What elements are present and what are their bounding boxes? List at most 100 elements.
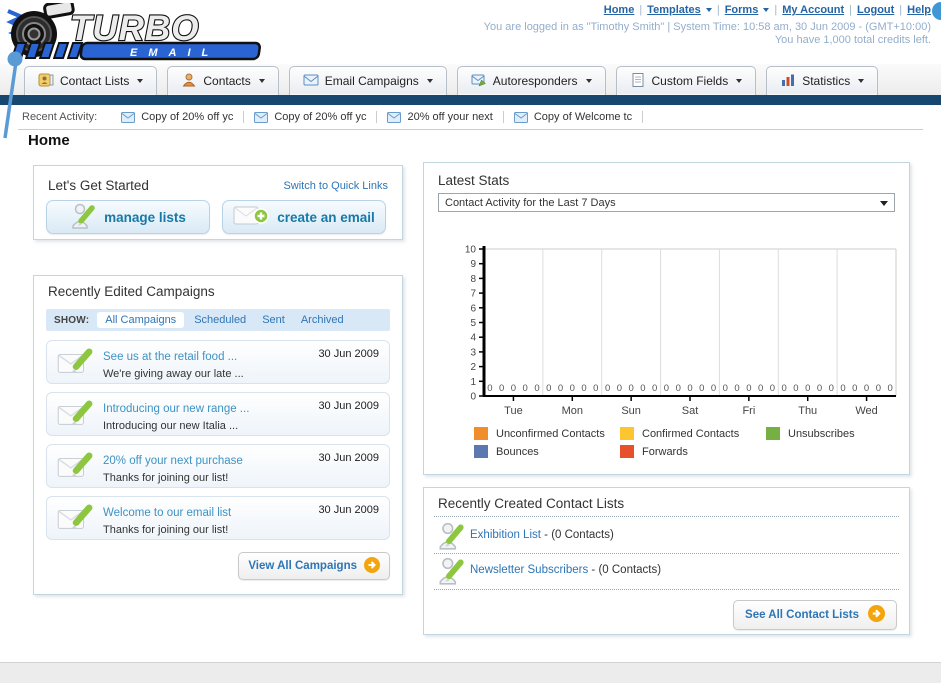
see-all-contact-lists-button[interactable]: See All Contact Lists xyxy=(733,600,897,630)
chart-legend: Unconfirmed Contacts Confirmed Contacts Un… xyxy=(474,427,914,463)
contact-list-link[interactable]: Exhibition List xyxy=(470,529,541,541)
nav-home-link[interactable]: Home xyxy=(604,4,635,16)
contact-list-row[interactable]: Newsletter Subscribers - (0 Contacts) xyxy=(436,556,897,586)
chevron-down-icon xyxy=(880,201,888,206)
latest-stats-panel: Latest Stats Contact Activity for the La… xyxy=(423,162,910,475)
contact-list-link[interactable]: Newsletter Subscribers xyxy=(470,564,588,576)
svg-text:0: 0 xyxy=(511,383,516,394)
campaign-row[interactable]: Welcome to our email list Thanks for join… xyxy=(46,496,390,540)
stats-report-dropdown[interactable]: Contact Activity for the Last 7 Days xyxy=(438,193,895,212)
tab-email-campaigns[interactable]: Email Campaigns xyxy=(288,66,447,95)
svg-text:0: 0 xyxy=(840,383,845,394)
svg-text:5: 5 xyxy=(470,318,476,329)
nav-my-account-link[interactable]: My Account xyxy=(782,4,844,16)
contact-list-row[interactable]: Exhibition List - (0 Contacts) xyxy=(436,521,897,551)
svg-text:0: 0 xyxy=(887,383,892,394)
svg-text:0: 0 xyxy=(864,383,869,394)
campaign-subtitle: We're giving away our late ... xyxy=(103,368,244,380)
campaign-title-link[interactable]: See us at the retail food ... xyxy=(103,351,237,363)
get-started-title: Let's Get Started xyxy=(48,178,149,193)
svg-text:0: 0 xyxy=(770,383,775,394)
chevron-down-icon xyxy=(258,79,265,83)
svg-text:0: 0 xyxy=(546,383,551,394)
filter-scheduled[interactable]: Scheduled xyxy=(194,314,246,326)
switch-to-quick-links[interactable]: Switch to Quick Links xyxy=(283,180,388,192)
svg-text:0: 0 xyxy=(628,383,633,394)
envelope-icon xyxy=(121,111,136,123)
tab-label: Custom Fields xyxy=(651,74,729,88)
nav-help-link[interactable]: Help xyxy=(907,4,931,16)
create-email-button[interactable]: create an email xyxy=(222,200,386,234)
activity-item-label: Copy of 20% off yc xyxy=(141,111,234,123)
svg-text:0: 0 xyxy=(876,383,881,394)
svg-text:Sun: Sun xyxy=(621,405,641,415)
recent-activity-item[interactable]: Copy of 20% off yc xyxy=(244,111,378,123)
email-campaigns-icon xyxy=(303,72,319,91)
arrow-right-icon xyxy=(868,605,885,625)
view-all-campaigns-button[interactable]: View All Campaigns xyxy=(238,552,390,580)
tab-custom-fields[interactable]: Custom Fields xyxy=(615,66,757,95)
legend-swatch xyxy=(474,445,488,458)
stats-chart-svg: 0123456789100 0 0 0 0Tue0 0 0 0 0Mon0 0 0 0 0Sun0 0 0 0… xyxy=(465,245,897,417)
page-title: Home xyxy=(28,132,70,149)
chevron-down-icon xyxy=(426,79,433,83)
svg-text:0: 0 xyxy=(746,383,751,394)
campaign-title-link[interactable]: Introducing our new range ... xyxy=(103,403,249,415)
arrow-right-icon xyxy=(364,556,380,576)
nav-templates-link[interactable]: Templates xyxy=(647,4,701,16)
tab-contact-lists[interactable]: Contact Lists xyxy=(24,66,158,95)
nav-separator: | xyxy=(716,4,720,16)
recent-activity-item[interactable]: 20% off your next xyxy=(377,111,504,123)
campaign-title-link[interactable]: 20% off your next purchase xyxy=(103,455,243,467)
svg-text:0: 0 xyxy=(487,383,492,394)
svg-text:6: 6 xyxy=(470,303,476,314)
svg-text:1: 1 xyxy=(470,377,476,388)
legend-label: Confirmed Contacts xyxy=(642,427,740,440)
person-pencil-icon xyxy=(438,521,464,556)
nav-separator: | xyxy=(639,4,643,16)
tab-contacts[interactable]: Contacts xyxy=(167,66,279,95)
login-status-text: You are logged in as "Timothy Smith" | S… xyxy=(483,21,931,33)
latest-stats-title: Latest Stats xyxy=(438,173,510,188)
nav-forms-link[interactable]: Forms xyxy=(725,4,759,16)
campaign-filter-bar: SHOW: All Campaigns Scheduled Sent Archi… xyxy=(46,309,390,331)
legend-swatch xyxy=(474,427,488,440)
recent-activity-item[interactable]: Copy of 20% off yc xyxy=(111,111,245,123)
contact-list-count: - (0 Contacts) xyxy=(540,529,614,541)
svg-text:0: 0 xyxy=(758,383,763,394)
campaign-row[interactable]: See us at the retail food ... We're givin… xyxy=(46,340,390,384)
svg-text:Sat: Sat xyxy=(682,405,699,415)
contact-list-count: - (0 Contacts) xyxy=(588,564,662,576)
legend-item: Bounces xyxy=(474,445,620,458)
svg-text:0: 0 xyxy=(558,383,563,394)
manage-lists-label: manage lists xyxy=(104,209,186,225)
envelope-pencil-icon xyxy=(57,504,95,539)
nav-logout-link[interactable]: Logout xyxy=(857,4,894,16)
svg-text:0: 0 xyxy=(499,383,504,394)
manage-lists-icon xyxy=(70,202,96,233)
corner-dot-decoration xyxy=(932,2,941,20)
recent-activity-item[interactable]: Copy of Welcome tc xyxy=(504,111,644,123)
custom-fields-icon xyxy=(630,72,646,91)
recent-activity-bar: Recent Activity: Copy of 20% off yc Copy… xyxy=(0,105,941,129)
legend-label: Bounces xyxy=(496,445,539,458)
tab-statistics[interactable]: Statistics xyxy=(766,66,879,95)
show-label: SHOW: xyxy=(54,314,90,326)
nav-separator: | xyxy=(899,4,903,16)
manage-lists-button[interactable]: manage lists xyxy=(46,200,210,234)
svg-text:Thu: Thu xyxy=(798,405,817,415)
campaign-row[interactable]: Introducing our new range ... Introducing… xyxy=(46,392,390,436)
filter-all-campaigns[interactable]: All Campaigns xyxy=(97,312,185,328)
campaign-title-link[interactable]: Welcome to our email list xyxy=(103,507,231,519)
filter-sent[interactable]: Sent xyxy=(262,314,285,326)
svg-text:0: 0 xyxy=(687,383,692,394)
tab-autoresponders[interactable]: Autoresponders xyxy=(456,66,606,95)
campaign-subtitle: Introducing our new Italia ... xyxy=(103,420,239,432)
app-window: TURBO EMAIL Home | Templates | Forms | My Ac… xyxy=(0,0,941,683)
campaign-row[interactable]: 20% off your next purchase Thanks for joi… xyxy=(46,444,390,488)
tab-label: Email Campaigns xyxy=(324,74,419,88)
svg-text:0: 0 xyxy=(782,383,787,394)
svg-text:0: 0 xyxy=(652,383,657,394)
filter-archived[interactable]: Archived xyxy=(301,314,344,326)
svg-text:0: 0 xyxy=(852,383,857,394)
